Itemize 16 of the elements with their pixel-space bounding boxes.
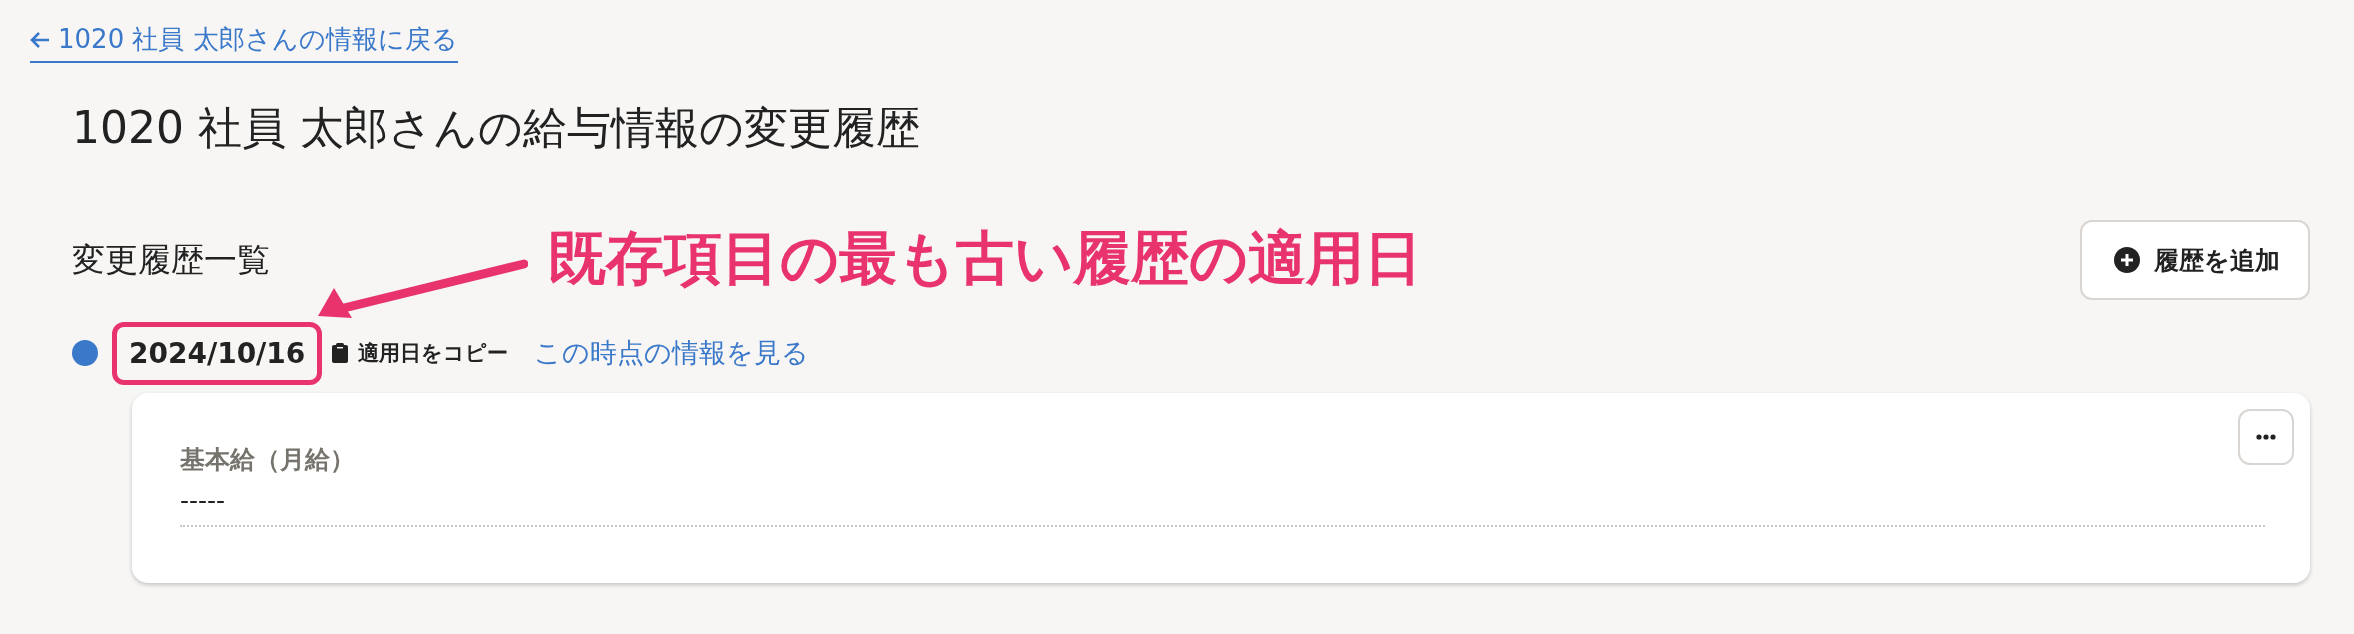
back-arrow-icon (30, 30, 50, 49)
clipboard-icon (332, 343, 349, 363)
field-label: 基本給（月給） (180, 444, 356, 476)
plus-circle-icon (2114, 247, 2140, 273)
view-snapshot-link[interactable]: この時点の情報を見る (534, 335, 810, 371)
copy-date-button[interactable]: 適用日をコピー (332, 339, 509, 367)
applied-date: 2024/10/16 (112, 321, 323, 385)
page-title: 1020 社員 太郎さんの給与情報の変更履歴 (72, 101, 921, 155)
add-history-button[interactable]: 履歴を追加 (2080, 220, 2310, 300)
timeline-dot (72, 340, 98, 366)
back-link[interactable]: 1020 社員 太郎さんの情報に戻る (30, 22, 458, 63)
annotation-text: 既存項目の最も古い履歴の適用日 (548, 223, 1422, 294)
more-icon (2256, 434, 2276, 440)
field-value: ----- (180, 486, 2265, 527)
more-button[interactable] (2238, 409, 2294, 465)
section-heading: 変更履歴一覧 (72, 238, 270, 281)
